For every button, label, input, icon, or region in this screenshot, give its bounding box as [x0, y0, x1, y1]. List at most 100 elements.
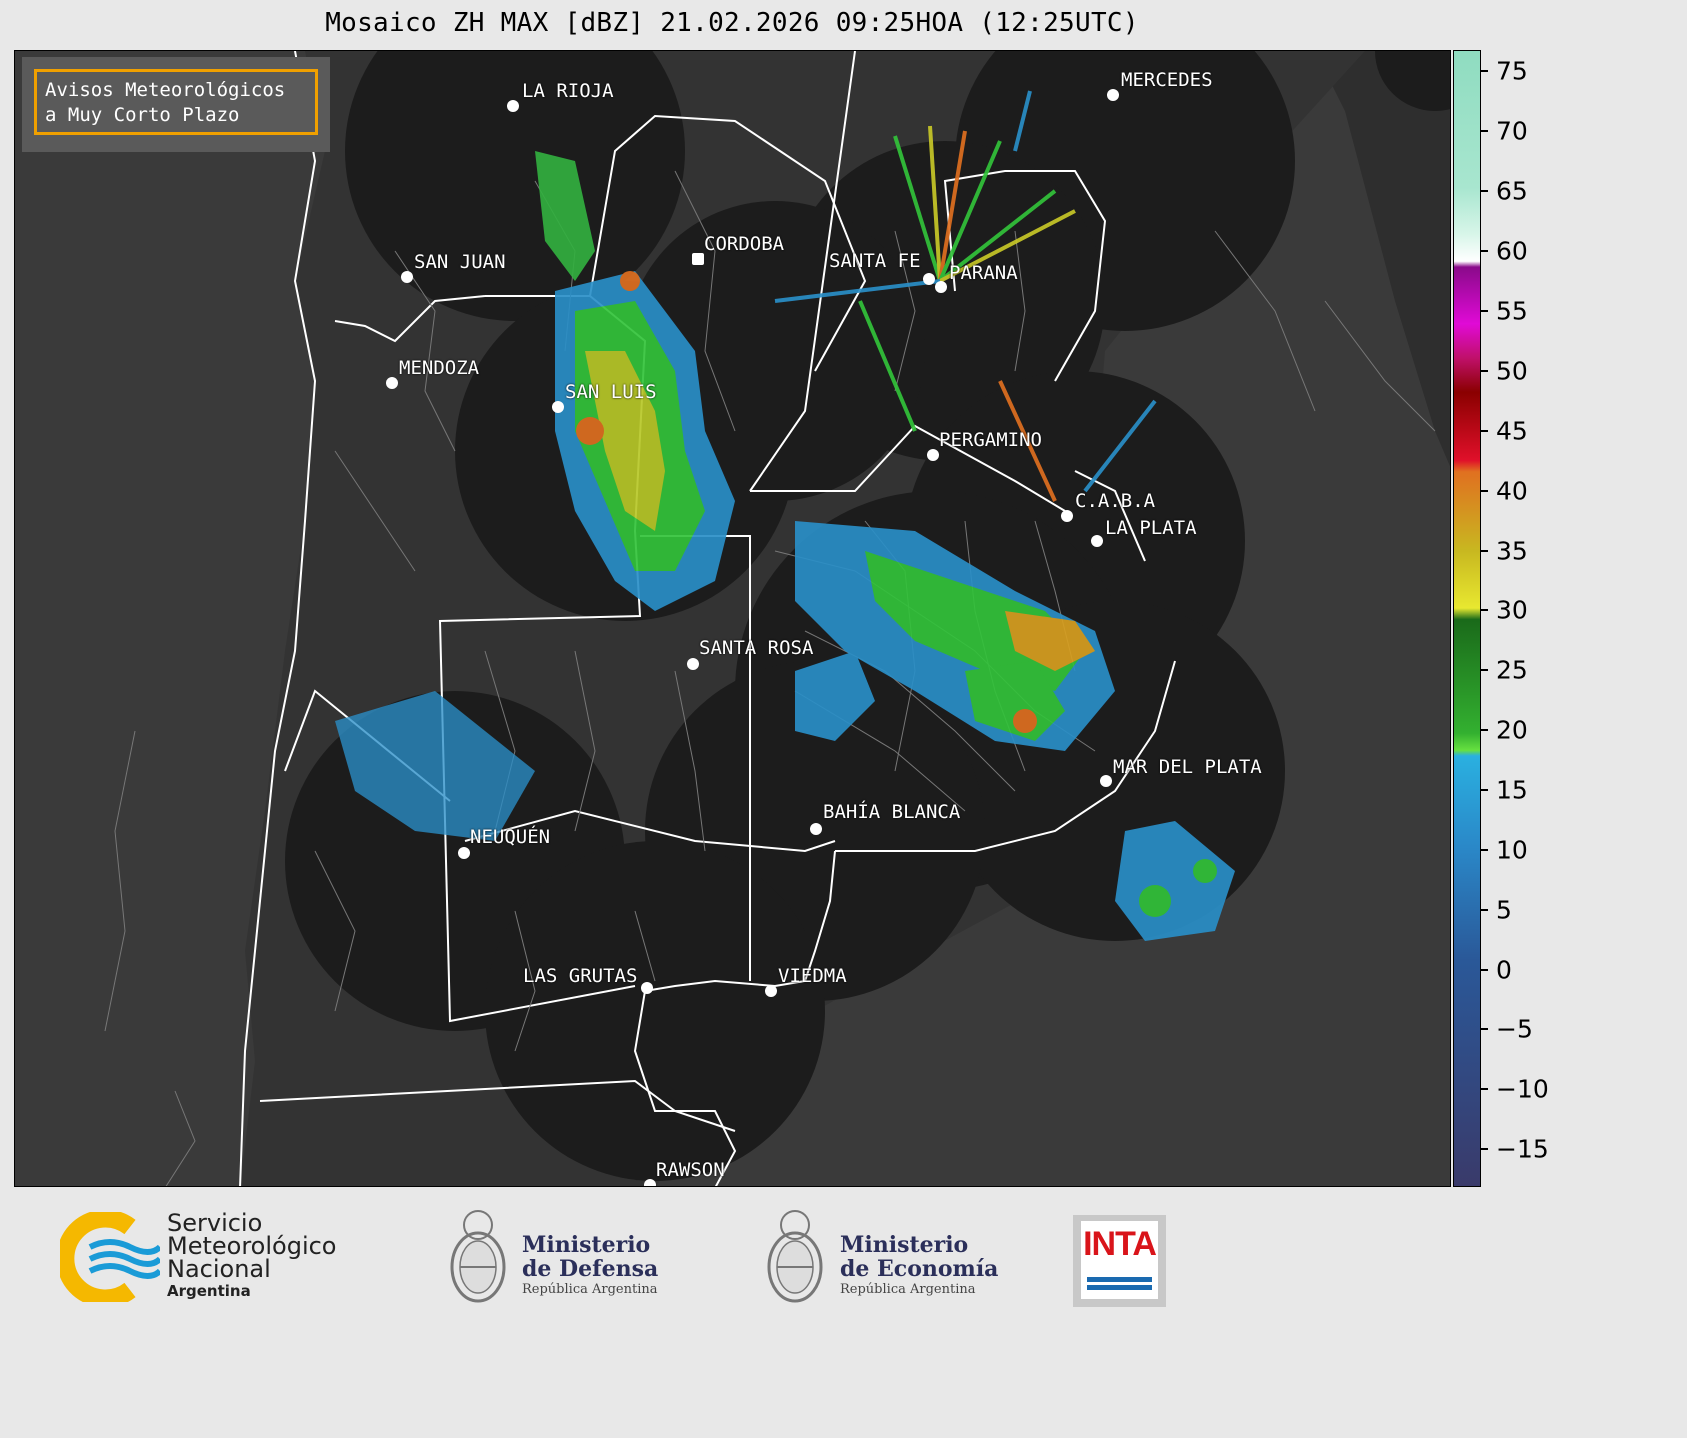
- avisos-label-box[interactable]: Avisos Meteorológicos a Muy Corto Plazo: [34, 69, 318, 135]
- city-dot-parana[interactable]: [935, 281, 947, 293]
- colorbar-tick: [1481, 370, 1488, 372]
- city-label-la-plata: LA PLATA: [1105, 517, 1197, 539]
- city-label-la-rioja: LA RIOJA: [522, 80, 614, 102]
- colorbar-tick-label: 40: [1496, 476, 1528, 506]
- economia-line-3: República Argentina: [840, 1282, 976, 1297]
- city-label-las-grutas: LAS GRUTAS: [523, 965, 638, 987]
- colorbar-tick-label: −10: [1496, 1074, 1549, 1104]
- city-dot-bahia-blanca[interactable]: [810, 823, 822, 835]
- colorbar-tick-label: 60: [1496, 236, 1528, 266]
- city-dot-neuquen[interactable]: [458, 847, 470, 859]
- avisos-line-1: Avisos Meteorológicos: [45, 79, 286, 101]
- colorbar-tick-label: 35: [1496, 536, 1528, 566]
- map-title: Mosaico ZH MAX [dBZ] 21.02.2026 09:25HOA…: [325, 8, 1139, 38]
- city-label-caba: C.A.B.A: [1075, 490, 1156, 512]
- city-dot-pergamino[interactable]: [927, 449, 939, 461]
- radar-map[interactable]: Avisos Meteorológicos a Muy Corto Plazo …: [14, 50, 1451, 1187]
- city-label-neuquen: NEUQUÉN: [470, 826, 551, 848]
- inta-logo-inner: INTA: [1081, 1221, 1158, 1299]
- colorbar-tick-label: 50: [1496, 356, 1528, 386]
- defensa-line-2: de Defensa: [522, 1256, 659, 1282]
- city-label-viedma: VIEDMA: [778, 965, 847, 987]
- colorbar-tick-label: 45: [1496, 416, 1528, 446]
- city-label-bahia-blanca: BAHÍA BLANCA: [823, 801, 961, 823]
- colorbar-tick-label: 0: [1496, 955, 1512, 985]
- city-dot-san-luis[interactable]: [552, 401, 564, 413]
- colorbar-tick-label: 30: [1496, 595, 1528, 625]
- city-label-rawson: RAWSON: [656, 1159, 725, 1181]
- colorbar-tick-label: 20: [1496, 715, 1528, 745]
- city-label-mar-del-plata: MAR DEL PLATA: [1113, 756, 1262, 778]
- colorbar-tick: [1481, 490, 1488, 492]
- colorbar-tick-label: 15: [1496, 775, 1528, 805]
- colorbar-tick-label: 10: [1496, 835, 1528, 865]
- radar-map-canvas: [104, 51, 1450, 1186]
- colorbar-tick: [1481, 430, 1488, 432]
- inta-logo-text: INTA: [1083, 1225, 1157, 1263]
- defensa-coat-of-arms-icon: [450, 1210, 506, 1303]
- smn-logo-icon: [60, 1212, 160, 1302]
- colorbar-tick: [1481, 849, 1488, 851]
- avisos-panel: Avisos Meteorológicos a Muy Corto Plazo: [22, 57, 330, 152]
- avisos-line-2: a Muy Corto Plazo: [45, 104, 240, 126]
- colorbar-tick: [1481, 729, 1488, 731]
- colorbar-tick-label: 55: [1496, 296, 1528, 326]
- smn-line-3: Nacional: [167, 1255, 271, 1283]
- city-dot-las-grutas[interactable]: [641, 982, 653, 994]
- inta-stripe: [1087, 1277, 1152, 1282]
- colorbar-tick: [1481, 609, 1488, 611]
- city-dot-la-plata[interactable]: [1091, 535, 1103, 547]
- city-dot-caba[interactable]: [1061, 510, 1073, 522]
- dbz-colorbar: [1453, 50, 1481, 1187]
- city-dot-mar-del-plata[interactable]: [1100, 775, 1112, 787]
- city-label-santa-fe: SANTA FE: [829, 250, 921, 272]
- city-label-san-luis: SAN LUIS: [565, 381, 657, 403]
- defensa-line-3: República Argentina: [522, 1282, 658, 1297]
- colorbar-tick: [1481, 1028, 1488, 1030]
- city-label-parana: PARANA: [949, 262, 1018, 284]
- colorbar-tick: [1481, 969, 1488, 971]
- colorbar-tick: [1481, 70, 1488, 72]
- inta-logo: INTA: [1073, 1215, 1166, 1307]
- colorbar-tick-label: 5: [1496, 895, 1512, 925]
- colorbar-tick: [1481, 550, 1488, 552]
- economia-line-2: de Economía: [840, 1256, 999, 1282]
- smn-logo-text: Servicio Meteorológico Nacional Argentin…: [167, 1211, 337, 1301]
- colorbar-tick-label: 75: [1496, 56, 1528, 86]
- colorbar-tick-label: −5: [1496, 1014, 1533, 1044]
- city-label-mendoza: MENDOZA: [399, 357, 480, 379]
- economia-line-1: Ministerio: [840, 1232, 969, 1258]
- defensa-line-1: Ministerio: [522, 1232, 651, 1258]
- city-dot-mercedes[interactable]: [1107, 89, 1119, 101]
- economia-coat-of-arms-icon: [767, 1210, 823, 1303]
- city-dot-santa-rosa[interactable]: [687, 658, 699, 670]
- city-dot-la-rioja[interactable]: [507, 100, 519, 112]
- colorbar-tick: [1481, 909, 1488, 911]
- colorbar-tick: [1481, 1088, 1488, 1090]
- colorbar-tick-label: 25: [1496, 655, 1528, 685]
- city-dot-cordoba[interactable]: [692, 253, 704, 265]
- colorbar-tick-label: −15: [1496, 1134, 1549, 1164]
- colorbar-tick-label: 65: [1496, 176, 1528, 206]
- city-label-mercedes: MERCEDES: [1121, 69, 1213, 91]
- smn-country: Argentina: [167, 1282, 251, 1300]
- colorbar-tick: [1481, 1148, 1488, 1150]
- city-label-santa-rosa: SANTA ROSA: [699, 637, 814, 659]
- colorbar-tick-label: 70: [1496, 116, 1528, 146]
- city-label-pergamino: PERGAMINO: [939, 429, 1042, 451]
- economia-logo-text: Ministerio de Economía República Argenti…: [840, 1233, 998, 1299]
- city-dot-mendoza[interactable]: [386, 377, 398, 389]
- colorbar-tick: [1481, 190, 1488, 192]
- city-dot-rawson[interactable]: [644, 1179, 656, 1186]
- colorbar-tick: [1481, 310, 1488, 312]
- city-dot-viedma[interactable]: [765, 985, 777, 997]
- inta-stripe: [1087, 1285, 1152, 1290]
- colorbar-tick: [1481, 789, 1488, 791]
- city-dot-san-juan[interactable]: [401, 271, 413, 283]
- colorbar-tick: [1481, 130, 1488, 132]
- city-label-san-juan: SAN JUAN: [414, 251, 506, 273]
- defensa-logo-text: Ministerio de Defensa República Argentin…: [522, 1233, 658, 1299]
- city-dot-santa-fe[interactable]: [923, 273, 935, 285]
- city-label-cordoba: CORDOBA: [704, 233, 785, 255]
- colorbar-tick: [1481, 669, 1488, 671]
